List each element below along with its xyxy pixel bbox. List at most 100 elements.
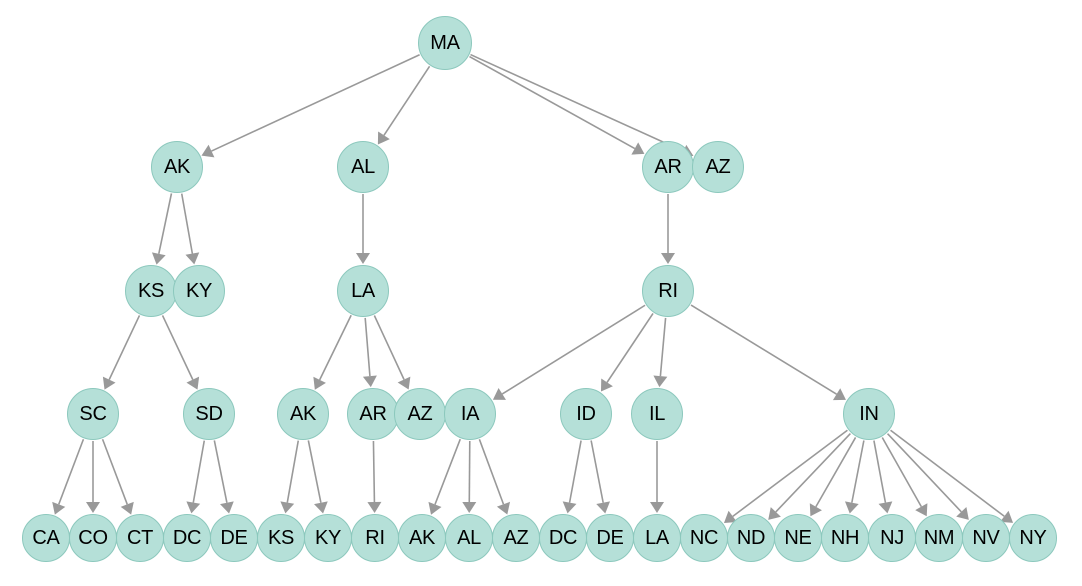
graph-node-nj[interactable]: NJ <box>868 514 916 562</box>
graph-node-ca[interactable]: CA <box>22 514 70 562</box>
graph-node-ri[interactable]: RI <box>642 265 694 317</box>
graph-canvas: MA AK AL AR AZ KS KY LA RI SC SD AK AR AZ IA ID IL IN CA CO… <box>0 0 1082 586</box>
graph-node-label: CO <box>78 527 108 549</box>
graph-node-ak[interactable]: AK <box>277 388 329 440</box>
graph-edge <box>886 433 969 520</box>
graph-node-label: DE <box>220 527 248 549</box>
graph-node-label: NV <box>972 527 1000 549</box>
graph-node-label: AZ <box>407 403 433 425</box>
graph-edge <box>590 440 611 514</box>
graph-node-label: CA <box>32 527 60 549</box>
graph-edge <box>462 440 477 513</box>
graph-node-nh[interactable]: NH <box>821 514 869 562</box>
graph-node-label: IN <box>859 403 879 425</box>
graph-node-dc[interactable]: DC <box>539 514 587 562</box>
graph-node-al[interactable]: AL <box>445 514 493 562</box>
graph-edge <box>428 438 461 515</box>
graph-edge <box>86 441 100 513</box>
graph-node-ia[interactable]: IA <box>444 388 496 440</box>
graph-node-label: AZ <box>503 527 529 549</box>
graph-edge <box>690 304 846 401</box>
graph-node-az[interactable]: AZ <box>394 388 446 440</box>
graph-node-sc[interactable]: SC <box>67 388 119 440</box>
arrowhead-icon <box>653 375 668 388</box>
graph-node-dc[interactable]: DC <box>163 514 211 562</box>
graph-node-label: NE <box>784 527 812 549</box>
graph-node-de[interactable]: DE <box>210 514 258 562</box>
arrowhead-icon <box>362 375 377 388</box>
graph-node-label: NY <box>1019 527 1047 549</box>
graph-edge <box>768 433 851 520</box>
graph-node-la[interactable]: LA <box>633 514 681 562</box>
graph-edge <box>723 429 848 523</box>
arrowhead-icon <box>832 388 846 401</box>
graph-node-label: LA <box>645 527 669 549</box>
graph-node-ks[interactable]: KS <box>125 265 177 317</box>
arrowhead-icon <box>367 501 382 513</box>
graph-node-ma[interactable]: MA <box>418 16 472 70</box>
graph-node-ct[interactable]: CT <box>116 514 164 562</box>
graph-edge <box>367 440 382 513</box>
graph-node-ky[interactable]: KY <box>304 514 352 562</box>
graph-edge <box>492 304 646 400</box>
graph-node-label: DC <box>172 527 202 549</box>
graph-node-ar[interactable]: AR <box>642 141 694 193</box>
arrowhead-icon <box>356 253 370 264</box>
graph-node-ny[interactable]: NY <box>1009 514 1057 562</box>
graph-edge <box>600 313 654 392</box>
graph-node-il[interactable]: IL <box>631 388 683 440</box>
graph-node-label: RI <box>658 280 678 302</box>
arrowhead-icon <box>151 252 166 265</box>
graph-node-az[interactable]: AZ <box>492 514 540 562</box>
graph-node-az[interactable]: AZ <box>692 141 744 193</box>
graph-edge <box>362 317 377 388</box>
graph-node-label: AK <box>408 527 436 549</box>
graph-edge <box>562 440 582 514</box>
graph-edge <box>890 429 1014 523</box>
graph-node-label: DE <box>596 527 624 549</box>
graph-edge <box>151 193 173 265</box>
graph-node-nd[interactable]: ND <box>727 514 775 562</box>
graph-node-ks[interactable]: KS <box>257 514 305 562</box>
graph-edge <box>469 55 645 155</box>
graph-node-in[interactable]: IN <box>843 388 895 440</box>
graph-node-label: IL <box>648 403 666 425</box>
graph-edge <box>313 314 352 390</box>
graph-node-label: SC <box>79 403 107 425</box>
arrowhead-icon <box>600 378 613 392</box>
graph-node-de[interactable]: DE <box>586 514 634 562</box>
graph-node-ri[interactable]: RI <box>351 514 399 562</box>
graph-edge <box>356 194 370 264</box>
graph-edge <box>180 193 200 265</box>
graph-node-ky[interactable]: KY <box>173 265 225 317</box>
graph-edge <box>213 440 234 514</box>
graph-node-ar[interactable]: AR <box>347 388 399 440</box>
graph-node-id[interactable]: ID <box>560 388 612 440</box>
graph-node-nc[interactable]: NC <box>680 514 728 562</box>
graph-node-label: KS <box>267 527 295 549</box>
graph-node-label: LA <box>351 280 375 302</box>
graph-node-ak[interactable]: AK <box>151 141 203 193</box>
graph-node-ak[interactable]: AK <box>398 514 446 562</box>
graph-node-sd[interactable]: SD <box>183 388 235 440</box>
graph-node-label: NC <box>689 527 719 549</box>
graph-edge <box>186 440 206 514</box>
arrowhead-icon <box>562 501 577 514</box>
graph-node-label: CT <box>126 527 154 549</box>
graph-node-nm[interactable]: NM <box>915 514 963 562</box>
graph-node-label: AL <box>351 156 375 178</box>
graph-node-ne[interactable]: NE <box>774 514 822 562</box>
graph-node-label: KY <box>314 527 342 549</box>
graph-node-al[interactable]: AL <box>337 141 389 193</box>
graph-edge <box>52 438 85 515</box>
graph-node-co[interactable]: CO <box>69 514 117 562</box>
graph-edge <box>102 315 141 390</box>
graph-node-nv[interactable]: NV <box>962 514 1010 562</box>
arrowhead-icon <box>878 501 893 514</box>
graph-node-label: KY <box>185 280 213 302</box>
arrowhead-icon <box>86 502 100 513</box>
graph-node-label: DC <box>548 527 578 549</box>
graph-node-la[interactable]: LA <box>337 265 389 317</box>
graph-edge <box>653 317 668 388</box>
graph-node-label: NM <box>923 527 955 549</box>
